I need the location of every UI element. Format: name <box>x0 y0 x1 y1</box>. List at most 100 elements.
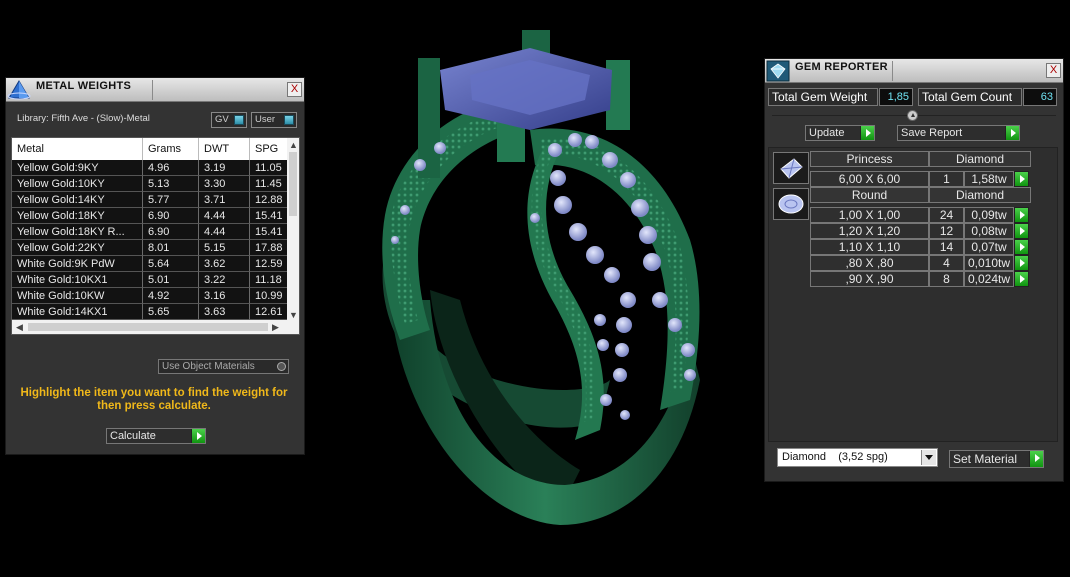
select-row-arrow-icon[interactable] <box>1014 223 1029 239</box>
total-gem-weight-value: 1,85 <box>879 88 913 106</box>
metal-cell: White Gold:14KX1 <box>12 304 143 320</box>
calculate-button[interactable]: Calculate <box>106 428 206 444</box>
spg-cell: 17.88 <box>250 240 289 256</box>
grams-cell: 5.77 <box>143 192 199 208</box>
scroll-left-icon[interactable]: ◀ <box>16 322 23 332</box>
round-cut-icon-graphic <box>778 194 804 214</box>
play-arrow-icon <box>860 126 874 140</box>
save-report-button[interactable]: Save Report <box>897 125 1020 141</box>
column-header-dwt[interactable]: DWT <box>199 138 250 160</box>
table-row[interactable]: Yellow Gold:9KY 4.96 3.19 11.05 <box>12 160 289 176</box>
gem-count-cell[interactable]: 14 <box>929 239 964 255</box>
user-toggle-label: User <box>255 114 276 125</box>
gem-size-cell[interactable]: 1,10 X 1,10 <box>810 239 929 255</box>
select-row-arrow-icon[interactable] <box>1014 207 1029 223</box>
update-button[interactable]: Update <box>805 125 875 141</box>
table-row[interactable]: Yellow Gold:10KY 5.13 3.30 11.45 <box>12 176 289 192</box>
vertical-scroll-thumb[interactable] <box>289 152 297 216</box>
use-object-materials-option[interactable]: Use Object Materials <box>158 359 289 374</box>
grams-cell: 6.90 <box>143 208 199 224</box>
gv-toggle[interactable]: GV <box>211 112 247 128</box>
dwt-cell: 3.30 <box>199 176 250 192</box>
table-row[interactable]: Yellow Gold:22KY 8.01 5.15 17.88 <box>12 240 289 256</box>
metal-weights-titlebar[interactable]: METAL WEIGHTS X <box>6 78 304 102</box>
gem-reporter-titlebar[interactable]: GEM REPORTER X <box>765 59 1063 83</box>
set-material-button[interactable]: Set Material <box>949 450 1044 468</box>
metal-cell: White Gold:10KX1 <box>12 272 143 288</box>
dwt-cell: 3.22 <box>199 272 250 288</box>
select-row-arrow-icon[interactable] <box>1014 271 1029 287</box>
set-material-label: Set Material <box>953 452 1018 466</box>
spg-cell: 15.41 <box>250 224 289 240</box>
gem-weight-cell[interactable]: 0,08tw <box>964 223 1014 239</box>
select-row-arrow-icon[interactable] <box>1014 239 1029 255</box>
spg-cell: 12.61 <box>250 304 289 320</box>
gem-count-cell[interactable]: 4 <box>929 255 964 271</box>
column-header-spg[interactable]: SPG <box>250 138 289 160</box>
spg-cell: 10.99 <box>250 288 289 304</box>
scroll-right-icon[interactable]: ▶ <box>272 322 279 332</box>
grams-cell: 4.96 <box>143 160 199 176</box>
select-row-arrow-icon[interactable] <box>1014 171 1029 187</box>
gem-weight-cell[interactable]: 0,024tw <box>964 271 1014 287</box>
gem-weight-cell[interactable]: 0,07tw <box>964 239 1014 255</box>
gem-count-cell[interactable]: 12 <box>929 223 964 239</box>
total-gem-count-value: 63 <box>1023 88 1057 106</box>
gem-reporter-close-button[interactable]: X <box>1046 63 1061 78</box>
milgrain-left <box>390 112 505 324</box>
spg-cell: 11.05 <box>250 160 289 176</box>
gem-count-cell[interactable]: 24 <box>929 207 964 223</box>
grams-cell: 6.90 <box>143 224 199 240</box>
gem-size-cell[interactable]: 1,00 X 1,00 <box>810 207 929 223</box>
gv-toggle-label: GV <box>215 114 229 125</box>
metal-weights-hint: Highlight the item you want to find the … <box>20 387 288 412</box>
material-select[interactable]: Diamond (3,52 spg) <box>777 448 938 467</box>
gem-reporter-slider-knob[interactable] <box>907 110 918 121</box>
round-cut-icon <box>773 188 809 220</box>
table-row[interactable]: White Gold:10KW 4.92 3.16 10.99 <box>12 288 289 304</box>
horizontal-scroll-thumb[interactable] <box>28 323 268 331</box>
gem-size-cell[interactable]: ,90 X ,90 <box>810 271 929 287</box>
column-header-metal[interactable]: Metal <box>12 138 143 160</box>
table-row[interactable]: Yellow Gold:18KY 6.90 4.44 15.41 <box>12 208 289 224</box>
metal-weights-title: METAL WEIGHTS <box>36 80 132 92</box>
princess-shape-header: Princess <box>810 151 929 167</box>
table-row[interactable]: White Gold:10KX1 5.01 3.22 11.18 <box>12 272 289 288</box>
user-toggle-indicator <box>284 115 294 125</box>
gem-size-cell[interactable]: 6,00 X 6,00 <box>810 171 929 187</box>
spg-cell: 11.45 <box>250 176 289 192</box>
metal-table[interactable]: Metal Grams DWT SPG Yellow Gold:9KY 4.96 3… <box>11 137 300 335</box>
title-separator <box>892 61 893 81</box>
gem-size-cell[interactable]: 1,20 X 1,20 <box>810 223 929 239</box>
user-toggle[interactable]: User <box>251 112 297 128</box>
chevron-down-icon[interactable] <box>921 450 936 465</box>
table-row[interactable]: Yellow Gold:14KY 5.77 3.71 12.88 <box>12 192 289 208</box>
table-row[interactable]: White Gold:9K PdW 5.64 3.62 12.59 <box>12 256 289 272</box>
column-header-grams[interactable]: Grams <box>143 138 199 160</box>
select-row-arrow-icon[interactable] <box>1014 255 1029 271</box>
material-select-value: Diamond (3,52 spg) <box>782 451 888 463</box>
gem-count-cell[interactable]: 1 <box>929 171 964 187</box>
metal-cell: Yellow Gold:22KY <box>12 240 143 256</box>
table-row[interactable]: White Gold:14KX1 5.65 3.63 12.61 <box>12 304 289 320</box>
metal-table-horizontal-scrollbar[interactable]: ◀ ▶ <box>12 320 299 334</box>
grams-cell: 8.01 <box>143 240 199 256</box>
use-object-materials-radio[interactable] <box>277 362 286 371</box>
princess-material-header: Diamond <box>929 151 1031 167</box>
scroll-up-icon[interactable]: ▲ <box>289 140 298 150</box>
dwt-cell: 3.71 <box>199 192 250 208</box>
pyramid-icon <box>7 80 31 100</box>
table-row[interactable]: Yellow Gold:18KY R... 6.90 4.44 15.41 <box>12 224 289 240</box>
metal-table-vertical-scrollbar[interactable]: ▲ ▼ <box>287 138 299 322</box>
spg-cell: 12.88 <box>250 192 289 208</box>
gem-count-cell[interactable]: 8 <box>929 271 964 287</box>
gem-weight-cell[interactable]: 0,010tw <box>964 255 1014 271</box>
use-object-materials-label: Use Object Materials <box>162 361 255 372</box>
dwt-cell: 5.15 <box>199 240 250 256</box>
metal-weights-close-button[interactable]: X <box>287 82 302 97</box>
ring-model[interactable] <box>382 30 700 525</box>
gem-weight-cell[interactable]: 0,09tw <box>964 207 1014 223</box>
gem-weight-cell[interactable]: 1,58tw <box>964 171 1014 187</box>
gem-size-cell[interactable]: ,80 X ,80 <box>810 255 929 271</box>
scroll-down-icon[interactable]: ▼ <box>289 310 298 320</box>
